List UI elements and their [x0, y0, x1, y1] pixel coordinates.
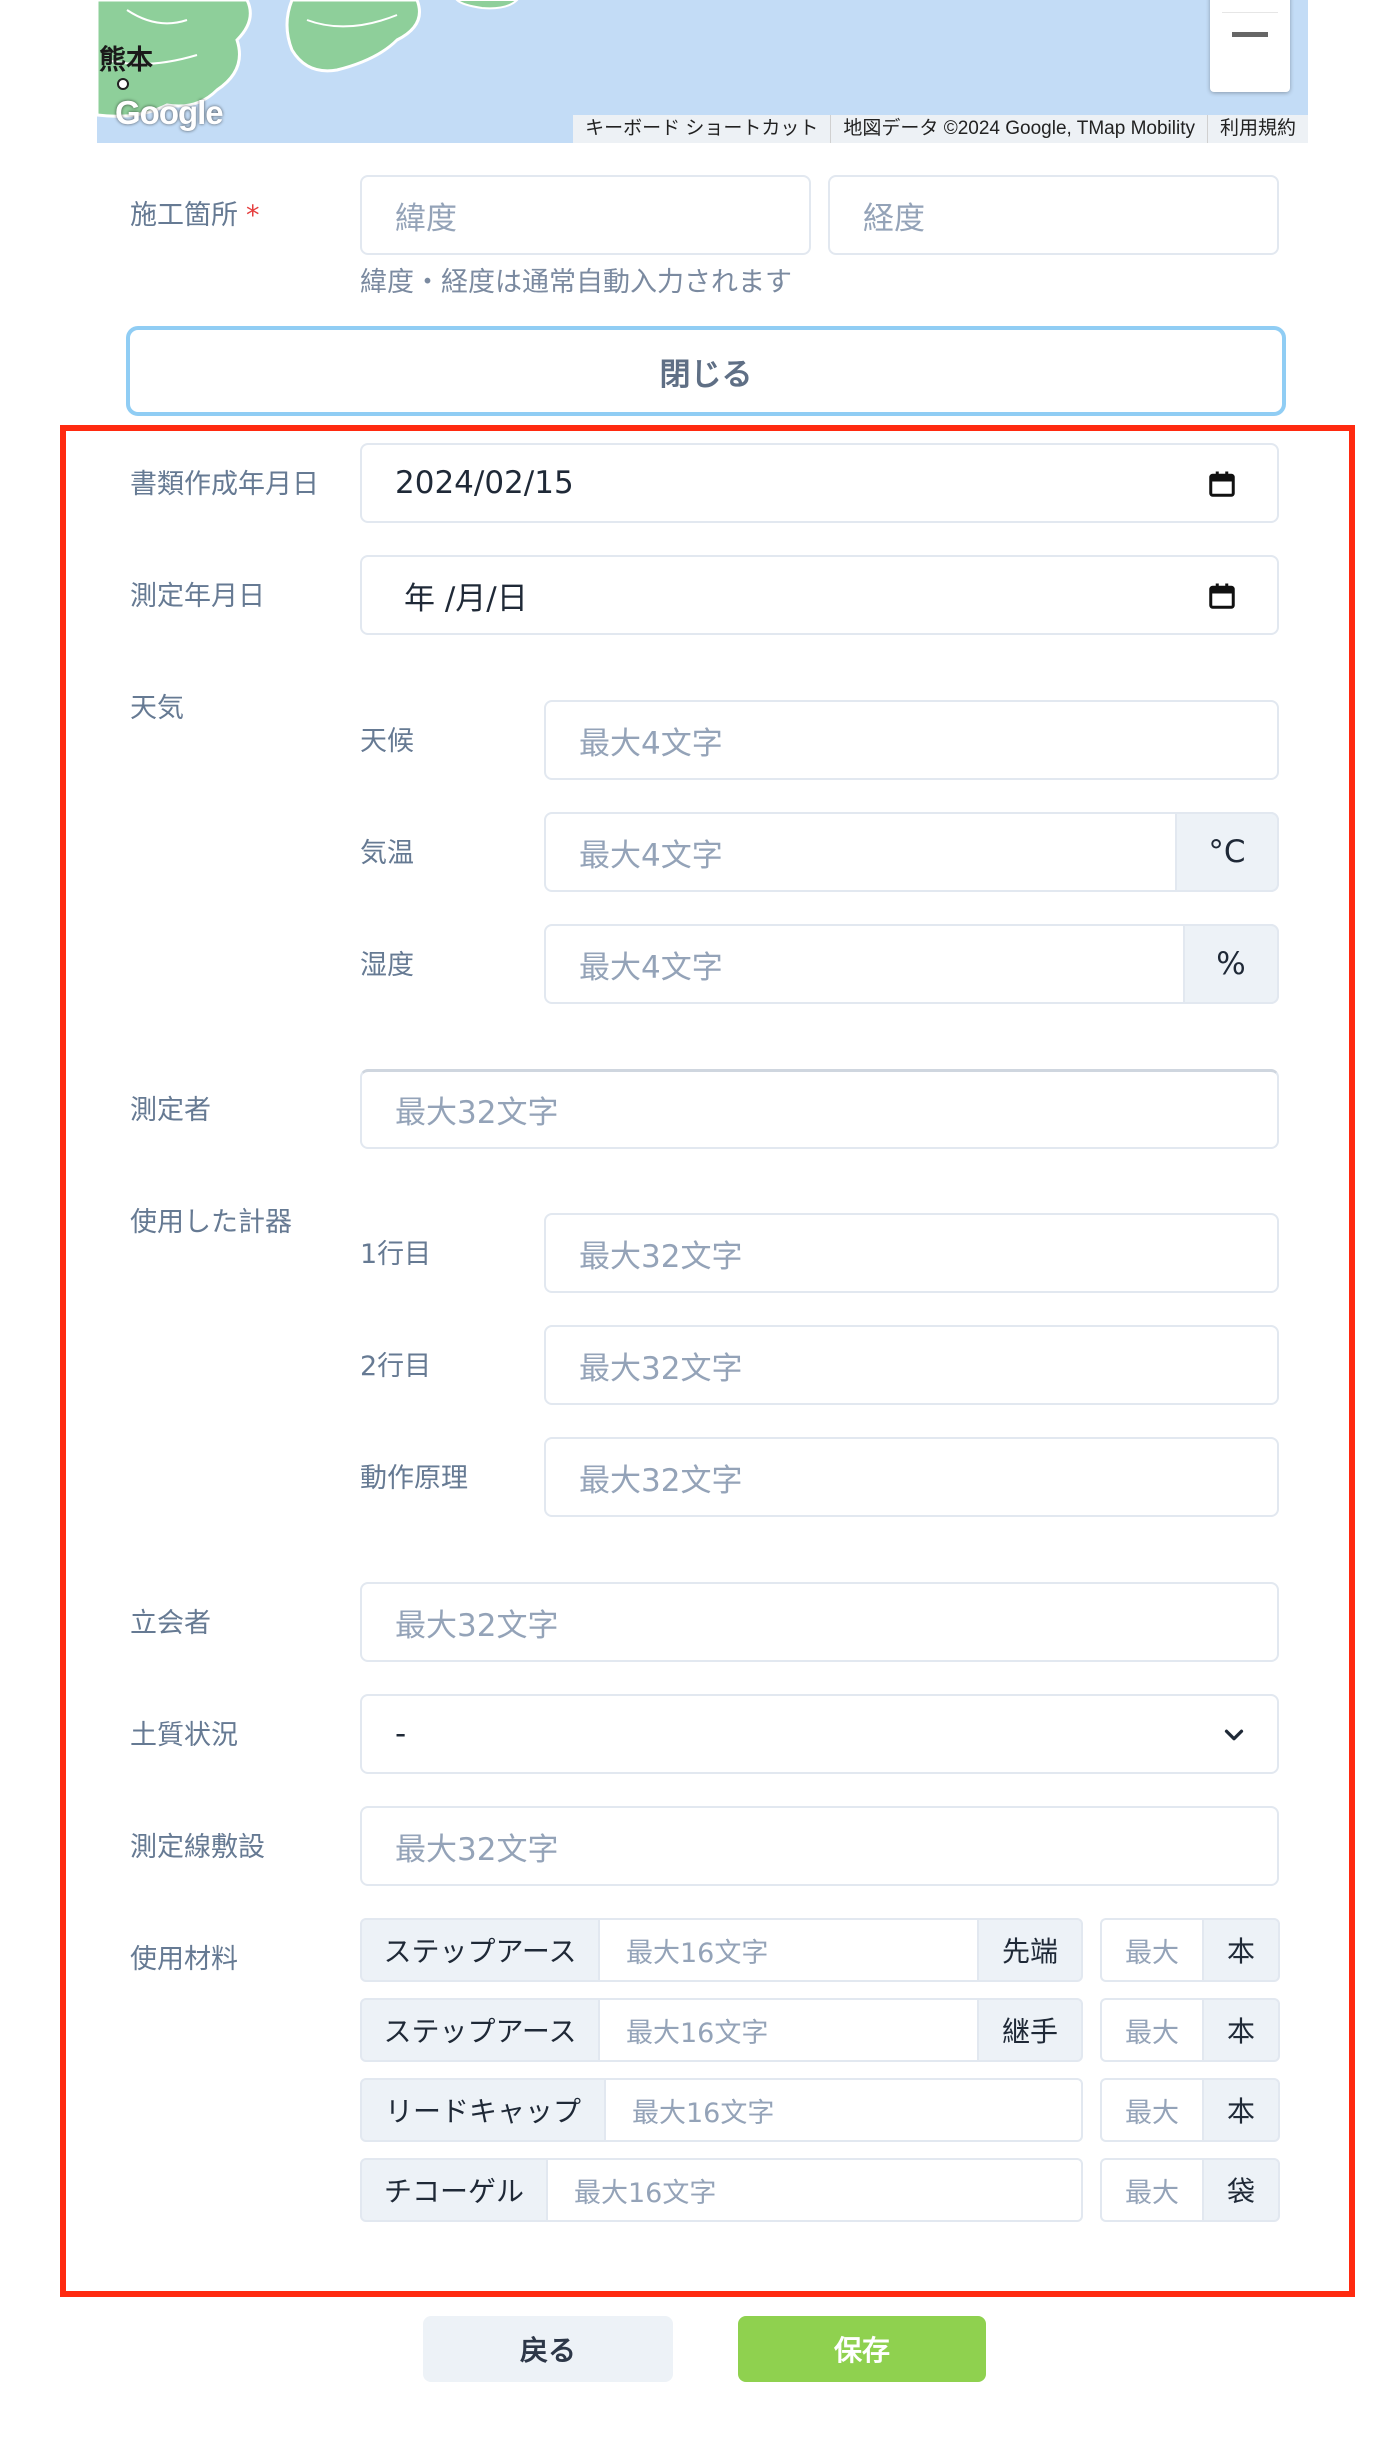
material-qty-unit: 本 [1202, 2078, 1280, 2142]
soil-select-value: - [395, 1716, 407, 1752]
instrument-principle-placeholder: 最大32文字 [579, 1462, 743, 1499]
material-qty-group: 最大 本 [1100, 1998, 1280, 2062]
measure-date-value: 年 /月/日 [404, 580, 528, 617]
condition-placeholder: 最大4文字 [579, 725, 723, 762]
map-attribution: キーボード ショートカット 地図データ ©2024 Google, TMap M… [573, 115, 1308, 143]
witness-placeholder: 最大32文字 [395, 1607, 559, 1644]
google-logo: Google [115, 94, 224, 131]
keyboard-shortcuts-link[interactable]: キーボード ショートカット [573, 115, 830, 143]
save-button[interactable]: 保存 [738, 2316, 986, 2382]
material-qty-unit: 本 [1202, 1998, 1280, 2062]
instrument-line1-placeholder: 最大32文字 [579, 1238, 743, 1275]
instrument-line2-input[interactable]: 最大32文字 [544, 1325, 1279, 1405]
soil-label: 土質状況 [130, 1720, 238, 1751]
measurer-label: 測定者 [130, 1095, 211, 1126]
line-laying-input[interactable]: 最大32文字 [360, 1806, 1279, 1886]
map-data-credit: 地図データ ©2024 Google, TMap Mobility [830, 115, 1207, 143]
longitude-input[interactable]: 経度 [828, 175, 1279, 255]
back-button[interactable]: 戻る [423, 2316, 673, 2382]
measure-date-input[interactable]: 年 /月/日 [360, 555, 1279, 635]
doc-date-value: 2024/02/15 [395, 465, 574, 501]
instrument-line2-placeholder: 最大32文字 [579, 1350, 743, 1387]
material-qty-group: 最大 本 [1100, 2078, 1280, 2142]
condition-input[interactable]: 最大4文字 [544, 700, 1279, 780]
weather-label: 天気 [130, 693, 184, 724]
material-spec-placeholder: 最大16文字 [626, 2017, 769, 2049]
temperature-input[interactable]: 最大4文字 °C [544, 812, 1279, 892]
calendar-icon[interactable] [1207, 469, 1237, 499]
location-label-text: 施工箇所 [130, 200, 238, 231]
material-qty-unit: 袋 [1202, 2158, 1280, 2222]
material-qty-input[interactable]: 最大 [1100, 2078, 1202, 2142]
measure-date-label: 測定年月日 [130, 581, 265, 612]
location-label: 施工箇所 * [130, 193, 260, 232]
material-spec-input[interactable]: 最大16文字 [600, 1918, 977, 1982]
material-row: リードキャップ 最大16文字 [360, 2078, 1083, 2142]
map-city-marker-icon [117, 78, 129, 90]
map-city-label: 熊本 [99, 45, 153, 76]
material-spec-placeholder: 最大16文字 [574, 2177, 717, 2209]
line-laying-label: 測定線敷設 [130, 1832, 265, 1863]
condition-label: 天候 [360, 726, 414, 757]
instrument-label: 使用した計器 [130, 1207, 292, 1238]
line-laying-placeholder: 最大32文字 [395, 1831, 559, 1868]
material-suffix: 継手 [977, 1998, 1083, 2062]
instrument-line1-input[interactable]: 最大32文字 [544, 1213, 1279, 1293]
material-name: チコーゲル [360, 2158, 548, 2222]
celsius-unit: °C [1175, 812, 1279, 892]
instrument-principle-input[interactable]: 最大32文字 [544, 1437, 1279, 1517]
doc-date-label: 書類作成年月日 [130, 469, 319, 500]
material-spec-placeholder: 最大16文字 [626, 1937, 769, 1969]
latitude-placeholder: 緯度 [395, 200, 457, 237]
material-name: ステップアース [360, 1918, 600, 1982]
temperature-placeholder: 最大4文字 [579, 837, 723, 874]
material-qty-group: 最大 袋 [1100, 2158, 1280, 2222]
material-name: リードキャップ [360, 2078, 606, 2142]
humidity-input[interactable]: 最大4文字 % [544, 924, 1279, 1004]
longitude-placeholder: 経度 [863, 200, 925, 237]
doc-date-input[interactable]: 2024/02/15 [360, 443, 1279, 523]
material-qty-input[interactable]: 最大 [1100, 1998, 1202, 2062]
material-qty-input[interactable]: 最大 [1100, 2158, 1202, 2222]
map-view[interactable]: 熊本 Google キーボード ショートカット 地図データ ©2024 Goog… [97, 0, 1308, 143]
witness-label: 立会者 [130, 1608, 211, 1639]
material-qty-group: 最大 本 [1100, 1918, 1280, 1982]
percent-unit: % [1183, 924, 1279, 1004]
material-spec-input[interactable]: 最大16文字 [606, 2078, 1083, 2142]
material-suffix: 先端 [977, 1918, 1083, 1982]
measurer-placeholder: 最大32文字 [395, 1095, 559, 1131]
temperature-label: 気温 [360, 838, 414, 869]
material-spec-input[interactable]: 最大16文字 [600, 1998, 977, 2062]
instrument-principle-label: 動作原理 [360, 1463, 468, 1494]
instrument-line2-label: 2行目 [360, 1351, 432, 1382]
terms-link[interactable]: 利用規約 [1206, 115, 1308, 143]
required-mark: * [246, 200, 260, 231]
humidity-label: 湿度 [360, 950, 414, 981]
witness-input[interactable]: 最大32文字 [360, 1582, 1279, 1662]
material-row: ステップアース 最大16文字 継手 [360, 1998, 1083, 2062]
material-qty-unit: 本 [1202, 1918, 1280, 1982]
chevron-down-icon [1224, 1729, 1244, 1741]
close-map-button[interactable]: 閉じる [126, 326, 1286, 416]
instrument-line1-label: 1行目 [360, 1239, 432, 1270]
humidity-placeholder: 最大4文字 [579, 949, 723, 986]
material-qty-input[interactable]: 最大 [1100, 1918, 1202, 1982]
material-spec-placeholder: 最大16文字 [632, 2097, 775, 2129]
soil-select[interactable]: - [360, 1694, 1279, 1774]
calendar-icon[interactable] [1207, 581, 1237, 611]
latitude-input[interactable]: 緯度 [360, 175, 811, 255]
measurer-input[interactable]: 最大32文字 [360, 1069, 1279, 1149]
material-name: ステップアース [360, 1998, 600, 2062]
material-row: ステップアース 最大16文字 先端 [360, 1918, 1083, 1982]
materials-label: 使用材料 [130, 1944, 238, 1975]
location-help-text: 緯度・経度は通常自動入力されます [360, 267, 792, 298]
zoom-out-icon[interactable] [1232, 32, 1268, 37]
zoom-separator [1222, 12, 1278, 13]
material-row: チコーゲル 最大16文字 [360, 2158, 1083, 2222]
material-spec-input[interactable]: 最大16文字 [548, 2158, 1083, 2222]
map-zoom-control [1210, 0, 1290, 92]
